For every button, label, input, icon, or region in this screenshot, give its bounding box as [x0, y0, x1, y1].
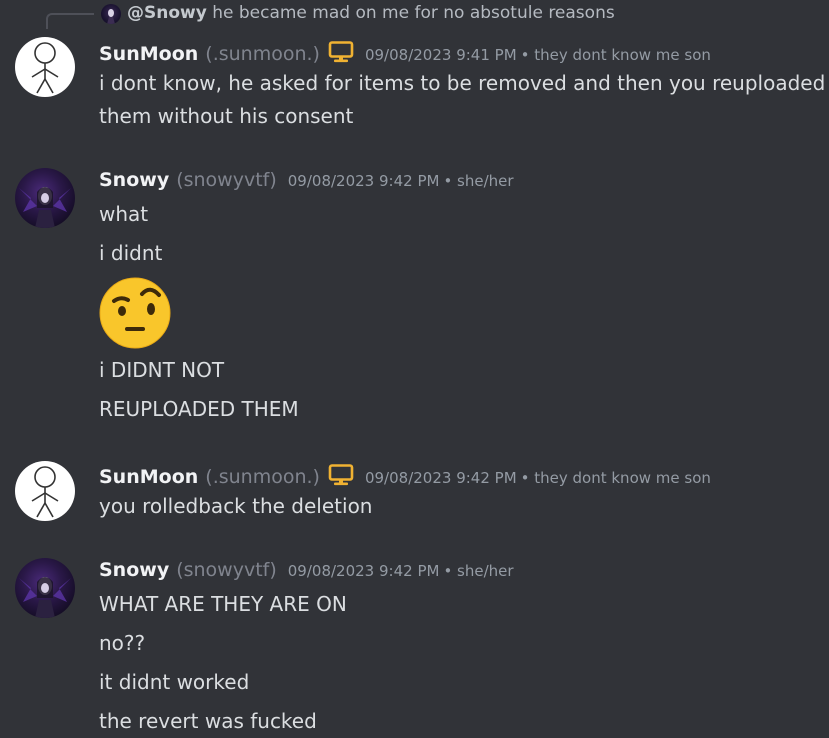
- message-line: WHAT ARE THEY ARE ON: [99, 592, 347, 616]
- pronouns: • they dont know me son: [520, 469, 711, 487]
- avatar-sunmoon[interactable]: [15, 461, 75, 521]
- author-name[interactable]: Snowy: [99, 559, 169, 581]
- avatar-snowy[interactable]: [15, 168, 75, 228]
- avatar-snowy[interactable]: [15, 558, 75, 618]
- timestamp[interactable]: 09/08/2023 9:42 PM: [288, 172, 440, 190]
- timestamp[interactable]: 09/08/2023 9:42 PM: [365, 469, 517, 487]
- reply-text: he became mad on me for no absotule reas…: [212, 3, 615, 23]
- author-handle: (snowyvtf): [176, 559, 277, 581]
- reply-preview[interactable]: @Snowy he became mad on me for no absotu…: [127, 3, 615, 23]
- timestamp[interactable]: 09/08/2023 9:42 PM: [288, 562, 440, 580]
- message-line: no??: [99, 631, 146, 655]
- message-line: i dont know, he asked for items to be re…: [99, 71, 826, 95]
- avatar-sunmoon[interactable]: [15, 37, 75, 97]
- author-name[interactable]: SunMoon: [99, 466, 198, 488]
- message-line: i didnt: [99, 241, 163, 265]
- pronouns: • she/her: [443, 172, 514, 190]
- message-line: the revert was fucked: [99, 709, 317, 733]
- author-handle: (.sunmoon.): [205, 466, 320, 488]
- reply-avatar[interactable]: [101, 4, 121, 24]
- face-with-raised-eyebrow-emoji: [99, 277, 171, 349]
- reply-username[interactable]: @Snowy: [127, 3, 207, 23]
- message-line: them without his consent: [99, 104, 354, 128]
- author-name[interactable]: SunMoon: [99, 43, 198, 65]
- desktop-monitor-icon: [328, 41, 354, 63]
- pronouns: • they dont know me son: [520, 46, 711, 64]
- message-header: SunMoon (.sunmoon.) 09/08/2023 9:42 PM •…: [99, 461, 711, 488]
- author-handle: (.sunmoon.): [205, 43, 320, 65]
- reply-spine: [46, 13, 94, 29]
- author-handle: (snowyvtf): [176, 169, 277, 191]
- message-header: SunMoon (.sunmoon.) 09/08/2023 9:41 PM •…: [99, 38, 711, 65]
- message-line: you rolledback the deletion: [99, 494, 373, 518]
- message-header: Snowy (snowyvtf) 09/08/2023 9:42 PM • sh…: [99, 559, 514, 581]
- author-name[interactable]: Snowy: [99, 169, 169, 191]
- message-line: i DIDNT NOT: [99, 358, 225, 382]
- message-line: REUPLOADED THEM: [99, 397, 299, 421]
- message-line: it didnt worked: [99, 670, 250, 694]
- message-header: Snowy (snowyvtf) 09/08/2023 9:42 PM • sh…: [99, 169, 514, 191]
- message-line: what: [99, 202, 149, 226]
- timestamp[interactable]: 09/08/2023 9:41 PM: [365, 46, 517, 64]
- desktop-monitor-icon: [328, 464, 354, 486]
- pronouns: • she/her: [443, 562, 514, 580]
